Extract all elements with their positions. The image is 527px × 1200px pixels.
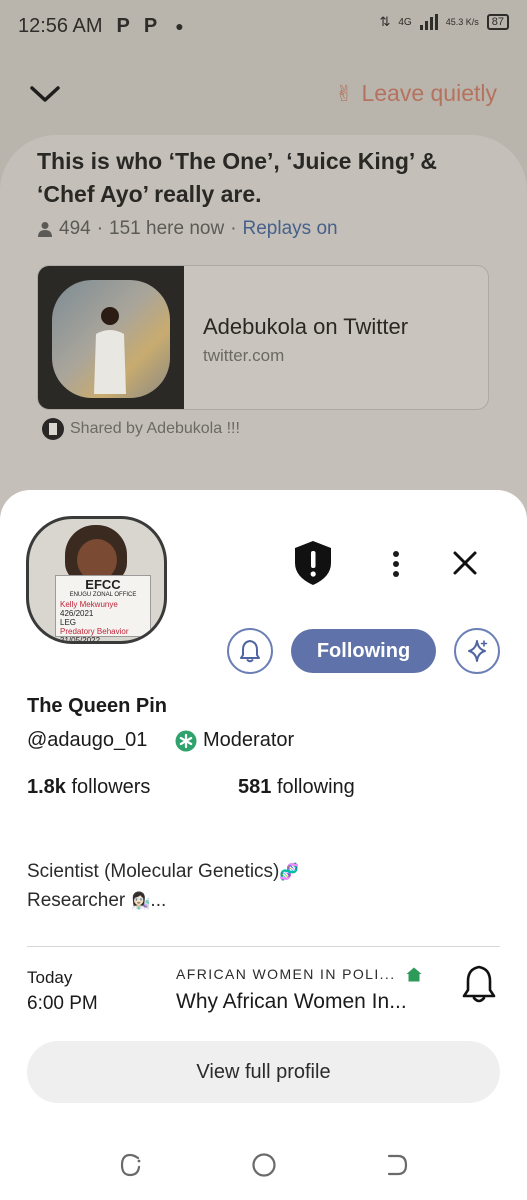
badge-office: ENUGU ZONAL OFFICE	[69, 592, 137, 598]
shared-by: Shared by Adebukola !!!	[42, 418, 240, 440]
nav-recent-icon[interactable]	[384, 1152, 410, 1178]
link-photo	[52, 280, 170, 398]
bio-ellipsis: ...	[150, 890, 167, 911]
profile-name: The Queen Pin	[27, 695, 168, 717]
divider	[27, 946, 500, 947]
status-bar: 12:56 AM P P ● ⇅ 4G 45.3 K/s 87	[0, 0, 527, 52]
data-arrows-icon: ⇅	[379, 14, 391, 29]
link-domain: twitter.com	[203, 346, 285, 365]
room-title: This is who ‘The One’, ‘Juice King’ & ‘C…	[37, 148, 438, 207]
status-right: ⇅ 4G 45.3 K/s 87	[379, 14, 509, 30]
profile-avatar[interactable]: EFCC ENUGU ZONAL OFFICE Kelly Mekwunye 4…	[26, 516, 167, 644]
badge-date: 31/05/2022	[60, 636, 101, 644]
room-top-bar: ✌ Leave quietly	[0, 70, 527, 120]
more-notifications-dot-icon: ●	[175, 18, 184, 34]
sparkle-icon	[468, 640, 488, 662]
profile-handle: @adaugo_01	[27, 729, 148, 751]
dna-icon: 🧬	[279, 864, 300, 881]
link-title: Adebukola on Twitter	[203, 314, 409, 339]
nav-home-icon[interactable]	[251, 1152, 277, 1178]
view-full-profile-button[interactable]: View full profile	[27, 1041, 500, 1103]
person-figure-icon	[94, 307, 126, 394]
leave-quietly-button[interactable]: ✌ Leave quietly	[335, 80, 497, 107]
peace-hand-icon: ✌	[335, 80, 354, 106]
event-club[interactable]: AFRICAN WOMEN IN POLI...	[176, 966, 422, 982]
meta-separator: ·	[230, 218, 237, 239]
profile-sheet: EFCC ENUGU ZONAL OFFICE Kelly Mekwunye 4…	[0, 490, 527, 1200]
profile-bio: Scientist (Molecular Genetics)🧬 Research…	[27, 858, 357, 916]
room-meta: 494 · 151 here now · Replays on	[37, 218, 338, 240]
followers-label: followers	[71, 776, 151, 798]
scientist-icon: 👩🏻‍🔬	[130, 893, 151, 910]
following-label: following	[276, 776, 355, 798]
event-day: Today	[27, 968, 73, 987]
badge-org: EFCC	[85, 577, 121, 592]
notification-bell-button[interactable]	[227, 628, 273, 674]
link-thumbnail	[38, 266, 184, 409]
status-time: 12:56 AM	[18, 14, 103, 37]
following-count: 581	[238, 776, 272, 798]
signal-icon	[419, 14, 438, 30]
badge-name: Kelly Mekwunye	[60, 600, 118, 609]
invite-sparkle-button[interactable]	[454, 628, 500, 674]
here-now-count: 151 here now	[109, 218, 225, 239]
bio-line-2: Researcher	[27, 890, 126, 911]
following-button[interactable]: Following	[291, 629, 436, 673]
replays-status[interactable]: Replays on	[243, 218, 338, 240]
moderator-label: Moderator	[203, 729, 295, 751]
bio-line-1: Scientist (Molecular Genetics)	[27, 861, 280, 882]
event-time: 6:00 PM	[27, 993, 98, 1014]
event-bell-icon[interactable]	[462, 964, 496, 1004]
person-icon	[38, 222, 52, 237]
bell-icon	[240, 640, 260, 663]
close-icon[interactable]	[452, 550, 478, 576]
network-type: 4G	[398, 16, 412, 28]
notification-p-icon: P	[143, 14, 158, 37]
followers-count: 1.8k	[27, 776, 66, 798]
badge-offence: Predatory Behavior	[60, 627, 129, 636]
moderator-badge: Moderator	[175, 729, 294, 752]
shared-by-label: Shared by Adebukola !!!	[70, 420, 240, 437]
network-speed: 45.3 K/s	[445, 17, 479, 27]
following-stat[interactable]: 581 following	[238, 776, 355, 799]
efcc-badge: EFCC ENUGU ZONAL OFFICE Kelly Mekwunye 4…	[55, 575, 151, 641]
nav-back-icon[interactable]	[118, 1152, 144, 1178]
badge-cr-no: 426/2021	[60, 609, 94, 618]
battery-icon: 87	[486, 14, 509, 30]
more-options-icon[interactable]	[385, 546, 407, 582]
sharer-avatar-icon	[42, 418, 64, 440]
event-title[interactable]: Why African Women In...	[176, 990, 407, 1014]
report-shield-icon[interactable]	[292, 539, 334, 587]
event-club-name: AFRICAN WOMEN IN POLI...	[176, 966, 396, 982]
chevron-down-icon[interactable]	[28, 78, 62, 108]
link-preview-card[interactable]: Adebukola on Twitter twitter.com	[37, 265, 489, 410]
leave-quietly-label: Leave quietly	[361, 80, 497, 106]
moderator-star-icon	[175, 730, 197, 751]
badge-section: LEG	[60, 618, 77, 627]
meta-separator: ·	[96, 218, 104, 239]
listener-count: 494	[59, 218, 91, 239]
house-icon	[406, 967, 422, 981]
notification-p-icon: P	[116, 14, 130, 37]
system-nav-bar	[0, 1140, 527, 1190]
followers-stat[interactable]: 1.8k followers	[27, 776, 150, 799]
